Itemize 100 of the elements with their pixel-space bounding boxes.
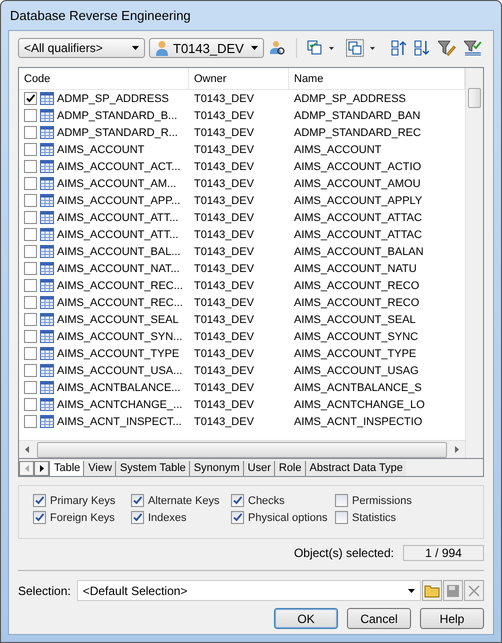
window-title: Database Reverse Engineering	[10, 8, 191, 23]
row-checkbox[interactable]	[24, 313, 37, 326]
table-cell-text: T0143_DEV	[193, 246, 255, 258]
row-checkbox[interactable]	[24, 279, 37, 292]
table-cell-text: T0143_DEV	[193, 92, 255, 104]
table-cell-text: T0143_DEV	[193, 144, 255, 156]
caret-icon	[251, 46, 258, 50]
option-checkbox[interactable]	[335, 511, 348, 524]
table-cell-text: ADMP_STANDARD_BAN	[293, 110, 422, 122]
option-label: Alternate Keys	[148, 494, 220, 506]
table-cell: AIMS_ACCOUNT_SYN...	[57, 330, 182, 342]
selected-count-label: Object(s) selected:	[294, 546, 394, 560]
row-checkbox[interactable]	[24, 296, 37, 309]
table-cell: AIMS_ACNT_INSPECT...	[57, 416, 182, 428]
tab[interactable]: Table	[49, 461, 84, 476]
table-cell-text: AIMS_ACCOUNT_TYPE	[293, 348, 418, 360]
folder-icon	[424, 584, 440, 598]
filter-check-icon[interactable]	[464, 40, 482, 56]
row-checkbox[interactable]	[24, 177, 37, 190]
caret-icon	[408, 588, 415, 592]
table-icon	[40, 109, 54, 122]
column-header[interactable]: Code	[19, 68, 189, 89]
caret-icon[interactable]	[370, 46, 375, 50]
table-cell-text: T0143_DEV	[193, 416, 255, 428]
tab[interactable]: View	[83, 461, 115, 476]
table-cell-text: AIMS_ACCOUNT_APPLY	[293, 194, 424, 206]
table-cell: AIMS_ACNTCHANGE_...	[57, 398, 182, 410]
option-checkbox[interactable]	[33, 494, 46, 507]
dialog-button[interactable]: Help	[420, 608, 484, 629]
selection-dropdown[interactable]: <Default Selection>	[76, 580, 421, 601]
scroll-right-icon[interactable]	[455, 446, 459, 453]
table-cell-text: AIMS_ACCOUNT_NATU	[293, 262, 418, 274]
table-cell-text: T0143_DEV	[193, 330, 255, 342]
caret-icon[interactable]	[328, 46, 334, 50]
filter-edit-icon[interactable]	[438, 40, 456, 56]
user-search-icon[interactable]	[270, 40, 286, 56]
owner-dropdown[interactable]: T0143_DEV	[149, 38, 264, 58]
select-all-icon[interactable]	[306, 40, 323, 56]
table-cell: AIMS_ACCOUNT_REC...	[57, 280, 183, 292]
row-checkbox[interactable]	[24, 92, 37, 105]
save-button[interactable]	[443, 580, 463, 601]
user-icon	[155, 40, 169, 56]
row-checkbox[interactable]	[24, 364, 37, 377]
delete-button[interactable]	[464, 580, 484, 601]
row-checkbox[interactable]	[24, 109, 37, 122]
tab[interactable]: User	[242, 461, 274, 476]
deselect-all-icon[interactable]	[346, 39, 364, 57]
save-icon	[446, 584, 460, 598]
horizontal-scrollbar[interactable]	[19, 440, 465, 458]
qualifier-dropdown[interactable]: <All qualifiers>	[18, 38, 145, 58]
row-checkbox[interactable]	[24, 262, 37, 275]
row-checkbox[interactable]	[24, 228, 37, 241]
option-label: Indexes	[148, 512, 187, 524]
option-checkbox[interactable]	[33, 511, 46, 524]
row-checkbox[interactable]	[24, 347, 37, 360]
row-checkbox[interactable]	[24, 330, 37, 343]
option-checkbox[interactable]	[335, 494, 348, 507]
table-cell-text: AIMS_ACCOUNT_RECO	[293, 280, 420, 292]
table-cell: ADMP_SP_ADDRESS	[57, 92, 169, 104]
dialog-button[interactable]: Cancel	[347, 608, 411, 629]
row-checkbox[interactable]	[24, 126, 37, 139]
table-cell-text: AIMS_ACCOUNT	[293, 144, 382, 156]
option-checkbox[interactable]	[131, 494, 144, 507]
column-header[interactable]: Owner	[189, 68, 289, 89]
tab[interactable]: System Table	[114, 461, 189, 476]
open-folder-button[interactable]	[422, 580, 442, 601]
close-icon	[467, 584, 481, 598]
option-checkbox[interactable]	[231, 511, 244, 524]
row-checkbox[interactable]	[24, 398, 37, 411]
row-checkbox[interactable]	[24, 194, 37, 207]
row-checkbox[interactable]	[24, 143, 37, 156]
left-arrow-icon	[24, 465, 28, 472]
tab[interactable]: Synonym	[188, 461, 243, 476]
table-cell-text: AIMS_ACCOUNT_SEAL	[293, 314, 417, 326]
row-checkbox[interactable]	[24, 211, 37, 224]
option-checkbox[interactable]	[231, 494, 244, 507]
vertical-scrollbar[interactable]	[465, 68, 483, 458]
sort-down-icon[interactable]	[414, 40, 430, 56]
table-cell: AIMS_ACCOUNT_AM...	[57, 178, 176, 190]
table-cell-text: AIMS_ACCOUNT_ACTIO	[293, 160, 422, 172]
table-cell-text: T0143_DEV	[193, 126, 255, 138]
tab[interactable]: Role	[274, 461, 304, 476]
table-cell-text: AIMS_ACNTCHANGE_LO	[293, 398, 426, 410]
tab[interactable]: Abstract Data Type	[304, 461, 406, 476]
tab-scroll-right-button[interactable]	[34, 461, 49, 476]
table-cell-text: T0143_DEV	[193, 110, 255, 122]
option-checkbox[interactable]	[131, 511, 144, 524]
row-checkbox[interactable]	[24, 381, 37, 394]
row-checkbox[interactable]	[24, 160, 37, 173]
row-checkbox[interactable]	[24, 415, 37, 428]
scroll-left-icon[interactable]	[25, 446, 29, 453]
option-label: Physical options	[248, 512, 328, 524]
dialog-button[interactable]: OK	[274, 608, 338, 629]
sort-up-icon[interactable]	[390, 40, 406, 56]
table-icon	[40, 381, 54, 394]
table-cell: AIMS_ACCOUNT_ATT...	[57, 228, 178, 240]
table-icon	[40, 126, 54, 139]
table-cell-text: AIMS_ACCOUNT_RECO	[293, 296, 420, 308]
row-checkbox[interactable]	[24, 245, 37, 258]
table-cell: AIMS_ACCOUNT_REC...	[57, 296, 183, 308]
